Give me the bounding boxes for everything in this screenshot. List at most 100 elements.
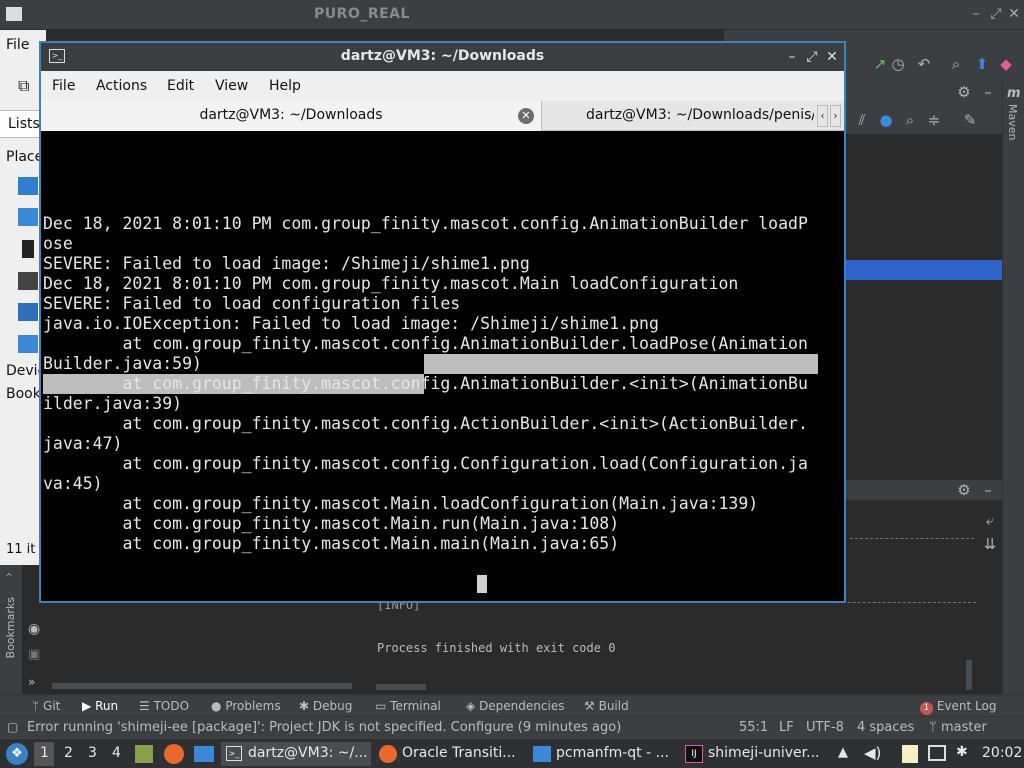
- camera-icon[interactable]: ▣: [28, 647, 40, 662]
- search-icon[interactable]: ⌕: [946, 54, 966, 74]
- tab-git[interactable]: ᛘ Git: [32, 699, 60, 713]
- tray-up-icon[interactable]: ▲: [838, 745, 848, 760]
- terminal-output[interactable]: Dec 18, 2021 8:01:10 PM com.group_finity…: [43, 134, 818, 600]
- bluetooth-icon[interactable]: ✱: [956, 744, 968, 760]
- folder-icon[interactable]: [18, 177, 38, 195]
- close-icon[interactable]: ✕: [1006, 6, 1022, 22]
- gear-icon[interactable]: ⚙: [954, 480, 974, 500]
- minimize-icon[interactable]: –: [783, 47, 801, 67]
- trash-icon[interactable]: [22, 240, 34, 258]
- status-square-icon[interactable]: ▢: [7, 720, 18, 734]
- tab-dependencies[interactable]: ◈ Dependencies: [466, 699, 564, 713]
- scroll-end-icon[interactable]: ⇊: [980, 534, 1000, 554]
- terminal-scrollbar[interactable]: [820, 134, 844, 600]
- file-encoding[interactable]: UTF-8: [806, 720, 844, 735]
- tab-terminal[interactable]: ▭ Terminal: [375, 699, 441, 713]
- update-icon[interactable]: ⬆: [972, 54, 992, 74]
- menu-view[interactable]: View: [215, 78, 248, 94]
- task-terminal[interactable]: >_ dartz@VM3: ~/...: [221, 742, 371, 766]
- menu-file[interactable]: File: [52, 78, 75, 94]
- terminal-titlebar[interactable]: >_ dartz@VM3: ~/Downloads – ⤢ ✕: [41, 43, 844, 71]
- play-icon: ▶: [82, 699, 92, 713]
- volume-icon[interactable]: ◀): [864, 744, 881, 762]
- file-manager-launcher-icon[interactable]: [135, 745, 153, 763]
- fm-item-count: 11 it: [6, 542, 36, 557]
- task-oracle[interactable]: Oracle Transiti...: [376, 742, 526, 766]
- tab-build[interactable]: ⚒ Build: [584, 699, 629, 713]
- run-arrow-icon[interactable]: ↗: [870, 54, 890, 74]
- revert-icon[interactable]: ↶: [914, 54, 934, 74]
- tab-scroll-right-icon[interactable]: ›: [830, 105, 841, 127]
- eye-icon[interactable]: ◉: [28, 621, 40, 637]
- line-ending[interactable]: LF: [779, 720, 794, 735]
- hide-panel-icon[interactable]: –: [978, 480, 998, 500]
- workspace-1[interactable]: 1: [40, 745, 49, 761]
- terminal-output-line: SEVERE: Failed to load image: /Shimeji/s…: [43, 254, 530, 273]
- network-icon[interactable]: [928, 745, 946, 761]
- fm-places-heading: Place: [6, 149, 44, 165]
- tab-debug[interactable]: ✱ Debug: [299, 699, 352, 713]
- terminal-icon: ▭: [375, 699, 387, 713]
- terminal-output-line: at com.group_finity.mascot.config.Animat…: [43, 334, 808, 353]
- terminal-output-line: va:45): [43, 474, 103, 493]
- maven-tab[interactable]: Maven: [1006, 104, 1019, 140]
- gear-icon[interactable]: ⚙: [954, 82, 974, 102]
- desktop-launcher-icon[interactable]: [194, 746, 214, 762]
- git-branch[interactable]: ᛘ master: [929, 720, 987, 735]
- selected-tree-row[interactable]: [846, 260, 1002, 280]
- tab-run[interactable]: ▶ Run: [82, 699, 118, 713]
- tab-todo[interactable]: ☰ TODO: [139, 699, 189, 713]
- horizontal-scrollbar[interactable]: [52, 683, 352, 689]
- chevron-up-icon[interactable]: ⌃: [4, 571, 14, 585]
- menu-actions[interactable]: Actions: [96, 78, 147, 94]
- maximize-icon[interactable]: ⤢: [988, 6, 1004, 22]
- caret-position[interactable]: 55:1: [739, 720, 768, 735]
- menu-help[interactable]: Help: [269, 78, 301, 94]
- new-window-icon[interactable]: ⧉: [18, 76, 29, 96]
- execute-icon[interactable]: ●: [876, 110, 896, 130]
- bookmarks-tab[interactable]: Bookmarks: [4, 597, 17, 658]
- tool-icon[interactable]: ⫽: [852, 110, 872, 130]
- task-intellij[interactable]: IJ shimeji-univer...: [682, 742, 832, 766]
- tab-scroll-left-icon[interactable]: ‹: [817, 105, 828, 127]
- project-toolbar: ⫽ ● ⌕ ≑ ✎: [846, 106, 1002, 134]
- wrench-icon[interactable]: ✎: [960, 110, 980, 130]
- terminal-output-line: at com.group_finity.mascot.config.Animat…: [43, 374, 808, 393]
- fm-file-menu[interactable]: File: [6, 37, 29, 53]
- start-menu-icon[interactable]: ❖: [6, 743, 28, 765]
- status-message[interactable]: Error running 'shimeji-ee [package]': Pr…: [27, 720, 727, 735]
- terminal-tab-second[interactable]: dartz@VM3: ~/Downloads/penis/i: [541, 101, 816, 131]
- clock[interactable]: 20:02: [982, 745, 1022, 761]
- fm-lists-tab[interactable]: Lists: [8, 116, 40, 132]
- recent-icon[interactable]: [18, 335, 38, 353]
- console-scrollbar[interactable]: [376, 684, 426, 690]
- tab-close-icon[interactable]: ✕: [518, 108, 534, 124]
- search-icon[interactable]: ⌕: [900, 110, 920, 130]
- tab-problems[interactable]: ● Problems: [211, 699, 281, 713]
- computer-icon[interactable]: [18, 272, 38, 290]
- close-icon[interactable]: ✕: [823, 47, 841, 67]
- indent-setting[interactable]: 4 spaces: [857, 720, 914, 735]
- workspace-3[interactable]: 3: [88, 745, 97, 761]
- soft-wrap-icon[interactable]: ⤶: [980, 510, 1000, 530]
- clipboard-icon[interactable]: [902, 745, 918, 763]
- jetbrains-icon[interactable]: ◆: [996, 54, 1016, 74]
- collapse-icon[interactable]: ≑: [924, 110, 944, 130]
- hide-panel-icon[interactable]: –: [978, 82, 998, 102]
- task-pcmanfm[interactable]: pcmanfm-qt - ...: [530, 742, 680, 766]
- console-vscrollbar[interactable]: [966, 660, 972, 690]
- history-icon[interactable]: ◷: [888, 54, 908, 74]
- tab-event-log[interactable]: 1 Event Log: [920, 699, 996, 715]
- minimize-icon[interactable]: –: [968, 6, 984, 22]
- workspace-4[interactable]: 4: [112, 745, 121, 761]
- workspace-2[interactable]: 2: [64, 745, 73, 761]
- desktop-icon[interactable]: [18, 208, 38, 226]
- list-icon: ☰: [139, 699, 150, 713]
- firefox-launcher-icon[interactable]: [164, 744, 184, 764]
- download-icon[interactable]: [18, 303, 38, 321]
- menu-edit[interactable]: Edit: [167, 78, 194, 94]
- double-chevron-icon[interactable]: »: [28, 675, 35, 689]
- terminal-tab-active[interactable]: dartz@VM3: ~/Downloads ✕: [41, 101, 541, 131]
- error-count-badge: 1: [920, 702, 933, 715]
- maximize-icon[interactable]: ⤢: [803, 47, 821, 67]
